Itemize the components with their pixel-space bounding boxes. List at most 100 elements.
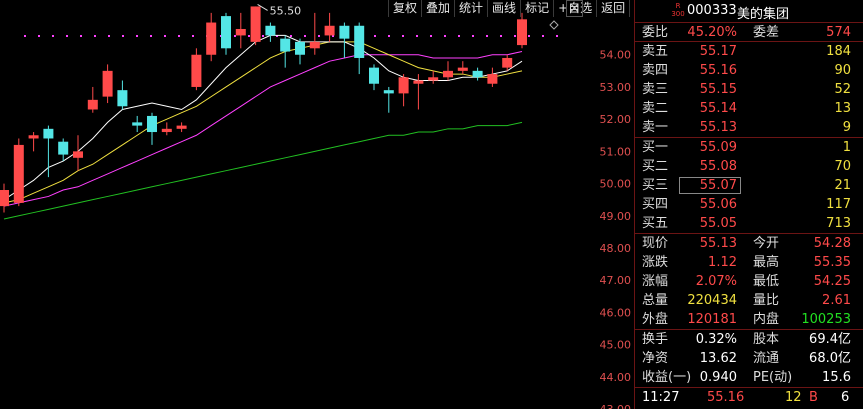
top-guide-dot — [164, 35, 166, 37]
ask-row[interactable]: 卖四 55.16 90 — [635, 61, 863, 80]
bid-row[interactable]: 买五 55.05 713 — [635, 214, 863, 233]
top-guide-dot — [388, 35, 390, 37]
chart-toolbar: 复权 叠加 统计 画线 标记 +自选 返回 — [388, 0, 631, 17]
r-tag: R — [675, 2, 681, 10]
candle-body — [265, 25, 276, 36]
high-annotation-label: 55.50 — [270, 4, 302, 17]
tick-price: 55.16 — [707, 390, 745, 405]
stat-label: 总量 — [642, 293, 669, 308]
stat-value: 1.12 — [708, 255, 737, 270]
stat-value: 100253 — [801, 312, 851, 327]
candle-body — [58, 141, 69, 155]
webi-value: 45.20% — [687, 25, 737, 40]
top-guide-dot — [108, 35, 110, 37]
bid-volume: 713 — [826, 216, 851, 231]
ask-volume: 52 — [834, 82, 851, 97]
fund-label: 收益(一) — [642, 370, 692, 385]
top-guide-dot — [304, 35, 306, 37]
bid-row[interactable]: 买一 55.09 1 — [635, 138, 863, 157]
y-tick-label: 47.00 — [600, 274, 632, 287]
top-guide-dot — [472, 35, 474, 37]
candle-body — [13, 144, 24, 203]
fund-value: 69.4亿 — [809, 332, 851, 347]
ask-row[interactable]: 卖五 55.17 184 — [635, 42, 863, 61]
top-guide-dot — [486, 35, 488, 37]
bid-label: 买一 — [642, 140, 669, 155]
fund-row: 收益(一) 0.940 PE(动) 15.6 — [635, 368, 863, 387]
ask-row[interactable]: 卖三 55.15 52 — [635, 80, 863, 99]
candle-body — [117, 90, 128, 107]
ask-price: 55.13 — [699, 120, 737, 135]
close-icon[interactable]: × — [566, 0, 583, 17]
bid-price: 55.08 — [699, 159, 737, 174]
top-guide-dot — [94, 35, 96, 37]
top-guide-dot — [290, 35, 292, 37]
fund-row: 净资 13.62 流通 68.0亿 — [635, 349, 863, 368]
bid-row[interactable]: 买二 55.08 70 — [635, 157, 863, 176]
fuquan-button[interactable]: 复权 — [388, 0, 421, 17]
bid-volume: 70 — [834, 159, 851, 174]
bid-row-selected[interactable]: 买三 55.07 21 — [635, 176, 863, 195]
ask-row[interactable]: 卖一 55.13 9 — [635, 118, 863, 137]
ask-volume: 90 — [834, 63, 851, 78]
bid-book: 买一 55.09 1 买二 55.08 70 买三 55.07 21 买四 55.06 117 … — [635, 138, 863, 234]
candle-body — [176, 125, 187, 129]
bid-row[interactable]: 买四 55.06 117 — [635, 195, 863, 214]
candle-body — [339, 25, 350, 39]
kline-chart[interactable]: 54.00 53.00 52.00 51.00 50.00 49.00 48.00 47.00… — [0, 0, 634, 409]
candle-body — [221, 16, 231, 49]
candle-body — [43, 128, 54, 139]
top-guide-dot — [24, 35, 26, 37]
mark-button[interactable]: 标记 — [520, 0, 553, 17]
top-guide-dot — [234, 35, 236, 37]
y-tick-label: 46.00 — [600, 306, 632, 319]
overlay-button[interactable]: 叠加 — [421, 0, 454, 17]
top-guide-dot — [374, 35, 376, 37]
fund-value: 0.32% — [695, 332, 737, 347]
weicha-label: 委差 — [753, 25, 780, 40]
quote-panel: R 300 000333 美的集团 委比 45.20% 委差 574 卖五 55.… — [635, 0, 863, 409]
candle-body — [398, 77, 409, 94]
y-tick-label: 43.00 — [600, 403, 632, 409]
bid-price: 55.07 — [699, 178, 737, 193]
candle-body — [280, 38, 291, 52]
bid-volume: 117 — [826, 197, 851, 212]
candle-body — [28, 135, 39, 139]
y-tick-label: 45.00 — [600, 339, 632, 352]
back-button[interactable]: 返回 — [596, 0, 631, 17]
top-guide-dot — [136, 35, 138, 37]
top-guide-dot — [444, 35, 446, 37]
stat-value: 2.07% — [695, 274, 737, 289]
stats-row: 总量 220434 量比 2.61 — [635, 291, 863, 310]
candle-body — [383, 90, 394, 94]
stock-title-bar: R 300 000333 美的集团 — [635, 0, 863, 23]
candle-body — [428, 77, 439, 81]
bid-price: 55.09 — [699, 140, 737, 155]
draw-line-button[interactable]: 画线 — [487, 0, 520, 17]
statistics-button[interactable]: 统计 — [454, 0, 487, 17]
stat-label: 涨幅 — [642, 274, 669, 289]
candle-body — [147, 115, 157, 133]
stat-label: 量比 — [753, 293, 780, 308]
candle-body — [191, 54, 202, 87]
ask-price: 55.16 — [699, 63, 737, 78]
fund-label: 换手 — [642, 332, 669, 347]
stat-label: 涨跌 — [642, 255, 669, 270]
top-guide-dot — [528, 35, 530, 37]
top-guide-dot — [514, 35, 516, 37]
ask-book: 卖五 55.17 184 卖四 55.16 90 卖三 55.15 52 卖二 55.14 13… — [635, 42, 863, 138]
stock-code: 000333 — [687, 3, 737, 18]
bid-price: 55.05 — [699, 216, 737, 231]
y-tick-label: 51.00 — [600, 145, 632, 158]
candle-body — [161, 128, 172, 133]
candle-body — [132, 122, 143, 126]
bid-label: 买三 — [642, 178, 669, 193]
stat-value: 54.25 — [813, 274, 851, 289]
kline-svg[interactable]: 54.00 53.00 52.00 51.00 50.00 49.00 48.00 47.00… — [0, 0, 634, 409]
top-guide-dot — [178, 35, 180, 37]
index-tag: 300 — [671, 10, 685, 18]
stat-label: 今开 — [753, 236, 780, 251]
fund-label: 股本 — [753, 332, 780, 347]
ask-row[interactable]: 卖二 55.14 13 — [635, 99, 863, 118]
candle-body — [354, 25, 365, 58]
